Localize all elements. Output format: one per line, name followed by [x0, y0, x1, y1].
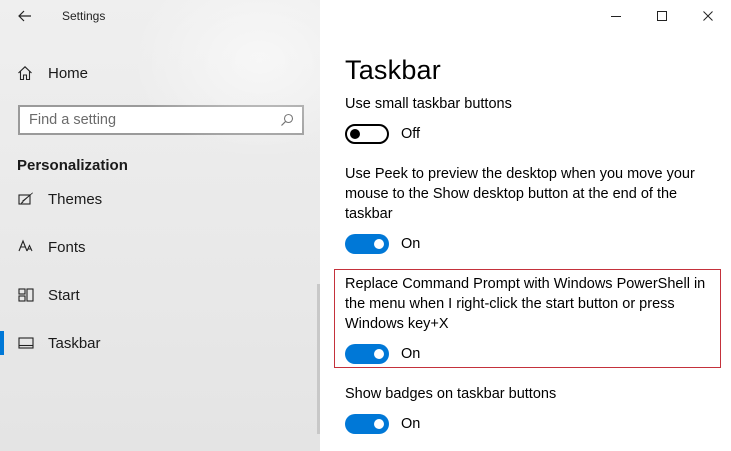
sidebar-item-label: Fonts: [48, 238, 86, 256]
close-icon: [703, 11, 713, 21]
search-icon[interactable]: [276, 109, 298, 131]
toggle-state: On: [401, 416, 421, 432]
toggle-state: On: [401, 236, 421, 252]
highlight-box: [334, 269, 721, 368]
title-bar: Settings: [0, 0, 320, 34]
back-button[interactable]: [12, 4, 38, 28]
small-buttons-toggle[interactable]: [345, 124, 389, 144]
taskbar-icon: [17, 334, 35, 352]
active-indicator: [0, 331, 4, 355]
minimize-icon: [611, 16, 621, 17]
toggle-row: On: [345, 414, 715, 434]
active-indicator: [0, 235, 4, 259]
minimize-button[interactable]: [593, 0, 639, 32]
themes-icon: [17, 190, 35, 208]
section-title: Personalization: [17, 157, 128, 174]
setting-peek-preview: Use Peek to preview the desktop when you…: [345, 164, 715, 254]
sidebar-item-fonts[interactable]: Fonts: [0, 232, 320, 262]
toggle-row: Off: [345, 124, 715, 144]
page-title: Taskbar: [345, 55, 441, 85]
close-button[interactable]: [685, 0, 731, 32]
home-link[interactable]: Home: [16, 62, 88, 84]
maximize-button[interactable]: [639, 0, 685, 32]
active-indicator: [0, 187, 4, 211]
badges-toggle[interactable]: [345, 414, 389, 434]
toggle-row: On: [345, 234, 715, 254]
start-icon: [17, 286, 35, 304]
maximize-icon: [657, 11, 667, 21]
sidebar-item-label: Themes: [48, 190, 103, 208]
setting-label: Show badges on taskbar buttons: [345, 386, 557, 402]
search-placeholder: Find a setting: [29, 112, 117, 128]
setting-label: Use small taskbar buttons: [345, 96, 512, 112]
toggle-knob: [374, 239, 384, 249]
home-label: Home: [48, 64, 89, 82]
toggle-state: Off: [401, 126, 421, 142]
main-content: Taskbar Use small taskbar buttons Off Us…: [320, 0, 731, 451]
home-icon: [16, 64, 34, 82]
sidebar-item-start[interactable]: Start: [0, 280, 320, 310]
toggle-knob: [374, 419, 384, 429]
back-arrow-icon: [18, 10, 31, 22]
setting-show-badges: Show badges on taskbar buttons On: [345, 384, 715, 434]
app-title: Settings: [62, 9, 106, 23]
sidebar-item-themes[interactable]: Themes: [0, 184, 320, 214]
active-indicator: [0, 283, 4, 307]
peek-toggle[interactable]: [345, 234, 389, 254]
sidebar: Settings Home Find a setting Personaliza…: [0, 0, 320, 451]
setting-small-taskbar-buttons: Use small taskbar buttons Off: [345, 94, 715, 144]
sidebar-item-label: Start: [48, 286, 80, 304]
setting-label: Use Peek to preview the desktop when you…: [345, 166, 695, 222]
toggle-knob: [350, 129, 360, 139]
fonts-icon: [17, 238, 35, 256]
search-input[interactable]: Find a setting: [18, 105, 304, 135]
sidebar-item-taskbar[interactable]: Taskbar: [0, 328, 320, 358]
window-controls: [593, 0, 731, 32]
sidebar-item-label: Taskbar: [48, 334, 101, 352]
